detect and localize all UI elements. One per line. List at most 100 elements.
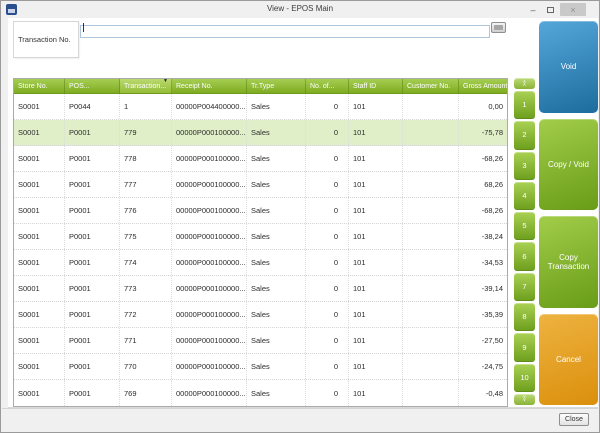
cell-receipt-no: 00000P000100000... — [172, 328, 247, 353]
cell-customer-no — [403, 380, 459, 406]
cell-gross-amount: -27,50 — [459, 328, 507, 353]
transactions-table: Store No.POS...Transaction...▼Receipt No… — [13, 78, 508, 407]
cell-pos: P0001 — [65, 276, 120, 301]
cell-store-no: S0001 — [14, 250, 65, 275]
close-button[interactable]: Close — [559, 413, 589, 426]
cell-transaction: 769 — [120, 380, 172, 406]
cell-pos: P0001 — [65, 224, 120, 249]
cell-customer-no — [403, 328, 459, 353]
table-row[interactable]: S0001P000177100000P000100000...Sales0101… — [14, 328, 507, 354]
window-controls: – × — [526, 3, 586, 16]
table-row[interactable]: S0001P000176900000P000100000...Sales0101… — [14, 380, 507, 406]
scroll-down-icon[interactable]: ∨∨ — [514, 394, 535, 405]
page-button-4[interactable]: 4 — [514, 182, 535, 210]
close-window-icon[interactable]: × — [560, 3, 586, 16]
cell-staff-id: 101 — [349, 250, 403, 275]
column-header-tr-type[interactable]: Tr.Type — [247, 79, 306, 93]
cell-tr-type: Sales — [247, 250, 306, 275]
cell-store-no: S0001 — [14, 328, 65, 353]
cell-receipt-no: 00000P000100000... — [172, 198, 247, 223]
cell-tr-type: Sales — [247, 172, 306, 197]
cell-transaction: 776 — [120, 198, 172, 223]
cell-no-of: 0 — [306, 302, 349, 327]
page-button-6[interactable]: 6 — [514, 242, 535, 270]
cancel-button[interactable]: Cancel — [539, 314, 598, 406]
column-header-no-of[interactable]: No. of... — [306, 79, 349, 93]
cell-no-of: 0 — [306, 250, 349, 275]
cell-transaction: 771 — [120, 328, 172, 353]
cell-pos: P0001 — [65, 146, 120, 171]
table-row[interactable]: S0001P000177500000P000100000...Sales0101… — [14, 224, 507, 250]
void-button[interactable]: Void — [539, 21, 598, 113]
cell-store-no: S0001 — [14, 380, 65, 406]
cell-store-no: S0001 — [14, 198, 65, 223]
cell-tr-type: Sales — [247, 302, 306, 327]
copy-void-button[interactable]: Copy / Void — [539, 119, 598, 211]
table-header: Store No.POS...Transaction...▼Receipt No… — [14, 79, 507, 94]
cell-no-of: 0 — [306, 146, 349, 171]
table-row[interactable]: S0001P000177000000P000100000...Sales0101… — [14, 354, 507, 380]
table-row[interactable]: S0001P0044100000P004400000...Sales01010,… — [14, 94, 507, 120]
cell-receipt-no: 00000P000100000... — [172, 380, 247, 406]
cell-no-of: 0 — [306, 94, 349, 119]
cell-store-no: S0001 — [14, 94, 65, 119]
cell-gross-amount: -35,39 — [459, 302, 507, 327]
cell-staff-id: 101 — [349, 302, 403, 327]
cell-no-of: 0 — [306, 198, 349, 223]
column-header-receipt-no[interactable]: Receipt No. — [172, 79, 247, 93]
column-header-pos[interactable]: POS... — [65, 79, 120, 93]
cell-store-no: S0001 — [14, 354, 65, 379]
cell-receipt-no: 00000P000100000... — [172, 224, 247, 249]
cell-gross-amount: -34,53 — [459, 250, 507, 275]
cell-pos: P0001 — [65, 172, 120, 197]
cell-transaction: 777 — [120, 172, 172, 197]
column-header-store-no[interactable]: Store No. — [14, 79, 65, 93]
table-row[interactable]: S0001P000177800000P000100000...Sales0101… — [14, 146, 507, 172]
cell-pos: P0044 — [65, 94, 120, 119]
cell-no-of: 0 — [306, 224, 349, 249]
column-header-customer-no[interactable]: Customer No. — [403, 79, 459, 93]
sort-desc-icon: ▼ — [163, 79, 168, 84]
cell-transaction: 779 — [120, 120, 172, 145]
table-row[interactable]: S0001P000177400000P000100000...Sales0101… — [14, 250, 507, 276]
cell-transaction: 775 — [120, 224, 172, 249]
table-row[interactable]: S0001P000177700000P000100000...Sales0101… — [14, 172, 507, 198]
cell-no-of: 0 — [306, 328, 349, 353]
table-row[interactable]: S0001P000177900000P000100000...Sales0101… — [14, 120, 507, 146]
column-header-transaction[interactable]: Transaction...▼ — [120, 79, 172, 93]
column-header-staff-id[interactable]: Staff ID — [349, 79, 403, 93]
cell-pos: P0001 — [65, 328, 120, 353]
cell-customer-no — [403, 224, 459, 249]
cell-gross-amount: -24,75 — [459, 354, 507, 379]
page-button-2[interactable]: 2 — [514, 121, 535, 149]
cell-tr-type: Sales — [247, 328, 306, 353]
scroll-up-icon[interactable]: ∧∧ — [514, 78, 535, 89]
cell-customer-no — [403, 276, 459, 301]
page-button-10[interactable]: 10 — [514, 364, 535, 392]
table-row[interactable]: S0001P000177200000P000100000...Sales0101… — [14, 302, 507, 328]
page-button-8[interactable]: 8 — [514, 303, 535, 331]
cell-staff-id: 101 — [349, 224, 403, 249]
cell-receipt-no: 00000P000100000... — [172, 172, 247, 197]
cell-tr-type: Sales — [247, 380, 306, 406]
column-header-gross-amount[interactable]: Gross Amount — [459, 79, 507, 93]
table-row[interactable]: S0001P000177300000P000100000...Sales0101… — [14, 276, 507, 302]
page-button-9[interactable]: 9 — [514, 333, 535, 361]
cell-no-of: 0 — [306, 120, 349, 145]
cell-staff-id: 101 — [349, 380, 403, 406]
cell-store-no: S0001 — [14, 120, 65, 145]
maximize-icon[interactable] — [543, 4, 557, 16]
cell-pos: P0001 — [65, 120, 120, 145]
transaction-no-input[interactable] — [80, 25, 490, 38]
page-button-3[interactable]: 3 — [514, 152, 535, 180]
cell-staff-id: 101 — [349, 120, 403, 145]
keyboard-icon[interactable] — [491, 22, 506, 33]
page-button-7[interactable]: 7 — [514, 273, 535, 301]
copy-transaction-button[interactable]: Copy Transaction — [539, 216, 598, 308]
cell-no-of: 0 — [306, 380, 349, 406]
table-row[interactable]: S0001P000177600000P000100000...Sales0101… — [14, 198, 507, 224]
cell-gross-amount: -68,26 — [459, 198, 507, 223]
page-button-1[interactable]: 1 — [514, 91, 535, 119]
page-button-5[interactable]: 5 — [514, 212, 535, 240]
minimize-icon[interactable]: – — [526, 4, 540, 16]
